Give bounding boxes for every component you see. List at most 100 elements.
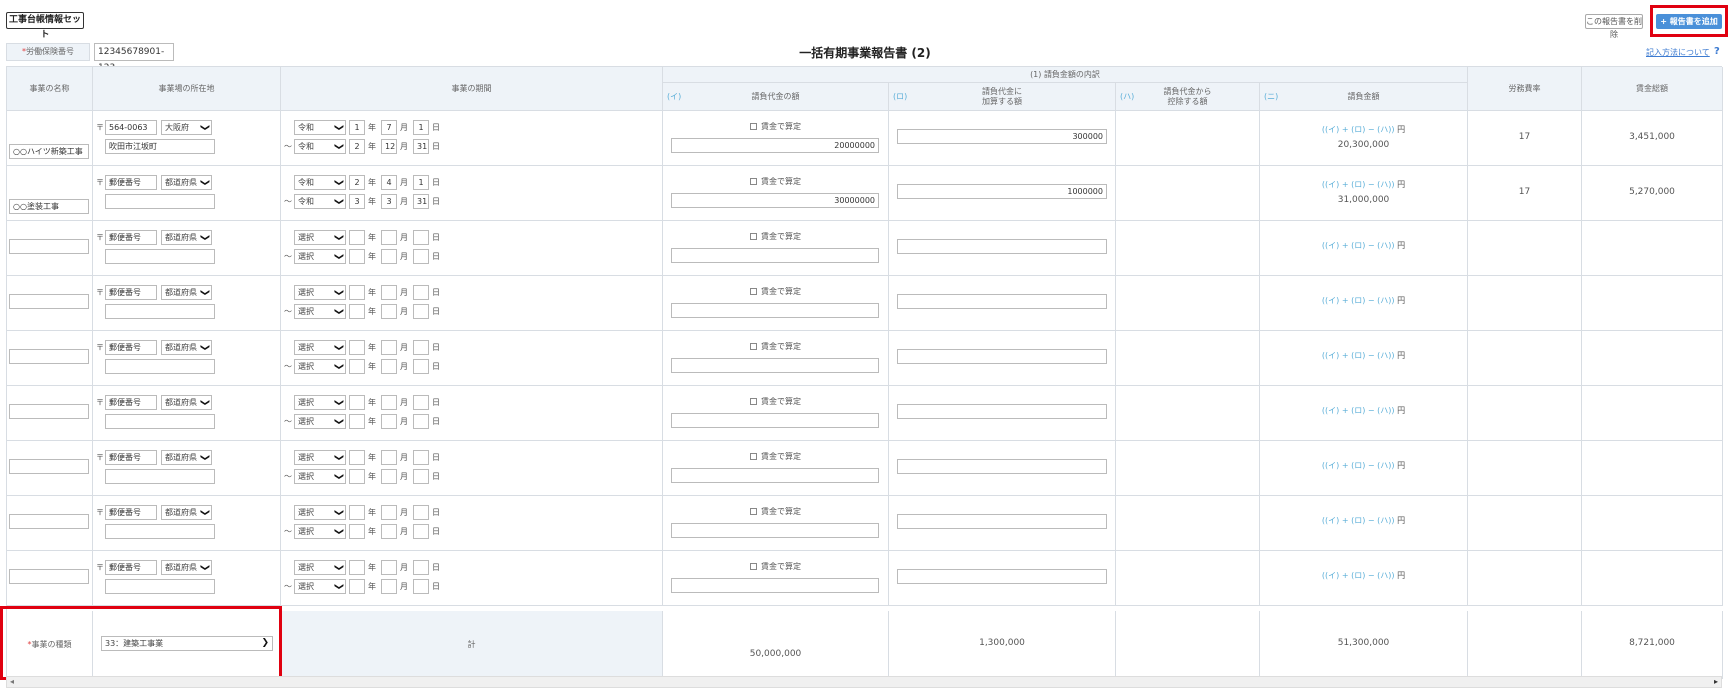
delete-report-button[interactable]: この報告書を削除	[1585, 14, 1643, 39]
address-input[interactable]	[105, 469, 215, 484]
start-year-input[interactable]	[349, 505, 365, 520]
address-input[interactable]	[105, 304, 215, 319]
prefecture-select[interactable]: 都道府県 ❯	[161, 560, 212, 575]
prefecture-select[interactable]: 大阪府 ❯	[161, 120, 212, 135]
end-era-select[interactable]: 選択 ❯	[294, 524, 346, 539]
checkbox-icon[interactable]	[750, 398, 757, 405]
business-name-input[interactable]	[9, 294, 89, 309]
wage-calc-checkbox[interactable]: 賃金で算定	[663, 561, 888, 572]
contract-amount-input[interactable]	[671, 578, 879, 593]
addition-amount-input[interactable]	[897, 514, 1107, 529]
addition-amount-input[interactable]	[897, 569, 1107, 584]
contract-amount-input[interactable]	[671, 468, 879, 483]
addition-amount-input[interactable]	[897, 239, 1107, 254]
set-ledger-info-button[interactable]: 工事台帳情報セット	[6, 12, 84, 40]
end-month-input[interactable]	[381, 579, 397, 594]
end-day-input[interactable]	[413, 304, 429, 319]
checkbox-icon[interactable]	[750, 453, 757, 460]
end-year-input[interactable]	[349, 579, 365, 594]
start-day-input[interactable]	[413, 395, 429, 410]
start-year-input[interactable]	[349, 560, 365, 575]
end-year-input[interactable]	[349, 304, 365, 319]
address-input[interactable]	[105, 579, 215, 594]
address-input[interactable]: 吹田市江坂町	[105, 139, 215, 154]
end-year-input[interactable]	[349, 249, 365, 264]
end-era-select[interactable]: 選択 ❯	[294, 414, 346, 429]
address-input[interactable]	[105, 359, 215, 374]
start-day-input[interactable]: 1	[413, 120, 429, 135]
add-report-button[interactable]: + 報告書を追加	[1656, 14, 1722, 29]
address-input[interactable]	[105, 194, 215, 209]
start-month-input[interactable]: 7	[381, 120, 397, 135]
start-day-input[interactable]	[413, 505, 429, 520]
start-day-input[interactable]	[413, 285, 429, 300]
start-year-input[interactable]	[349, 450, 365, 465]
addition-amount-input[interactable]	[897, 404, 1107, 419]
postal-code-input[interactable]: 郵便番号	[105, 230, 157, 245]
wage-calc-checkbox[interactable]: 賃金で算定	[663, 121, 888, 132]
end-era-select[interactable]: 選択 ❯	[294, 249, 346, 264]
prefecture-select[interactable]: 都道府県 ❯	[161, 450, 212, 465]
horizontal-scrollbar[interactable]: ◂ ▸	[6, 676, 1722, 688]
contract-amount-input[interactable]: 30000000	[671, 193, 879, 208]
start-year-input[interactable]: 2	[349, 175, 365, 190]
help-link[interactable]: 記入方法について	[1646, 47, 1710, 58]
end-month-input[interactable]: 12	[381, 139, 397, 154]
postal-code-input[interactable]: 郵便番号	[105, 340, 157, 355]
end-day-input[interactable]	[413, 524, 429, 539]
business-name-input[interactable]: ○○ハイツ新築工事	[9, 144, 89, 159]
start-month-input[interactable]	[381, 560, 397, 575]
start-era-select[interactable]: 選択 ❯	[294, 560, 346, 575]
start-month-input[interactable]: 4	[381, 175, 397, 190]
end-day-input[interactable]: 31	[413, 139, 429, 154]
postal-code-input[interactable]: 郵便番号	[105, 175, 157, 190]
business-name-input[interactable]	[9, 514, 89, 529]
start-era-select[interactable]: 選択 ❯	[294, 450, 346, 465]
start-era-select[interactable]: 選択 ❯	[294, 340, 346, 355]
end-month-input[interactable]	[381, 469, 397, 484]
start-year-input[interactable]	[349, 230, 365, 245]
end-year-input[interactable]	[349, 469, 365, 484]
addition-amount-input[interactable]	[897, 349, 1107, 364]
end-year-input[interactable]: 3	[349, 194, 365, 209]
start-day-input[interactable]	[413, 450, 429, 465]
checkbox-icon[interactable]	[750, 233, 757, 240]
postal-code-input[interactable]: 564-0063	[105, 120, 157, 135]
start-month-input[interactable]	[381, 340, 397, 355]
start-year-input[interactable]	[349, 285, 365, 300]
business-name-input[interactable]	[9, 239, 89, 254]
prefecture-select[interactable]: 都道府県 ❯	[161, 395, 212, 410]
start-month-input[interactable]	[381, 285, 397, 300]
start-era-select[interactable]: 令和 ❯	[294, 120, 346, 135]
end-year-input[interactable]	[349, 524, 365, 539]
postal-code-input[interactable]: 郵便番号	[105, 395, 157, 410]
start-month-input[interactable]	[381, 450, 397, 465]
contract-amount-input[interactable]: 20000000	[671, 138, 879, 153]
address-input[interactable]	[105, 524, 215, 539]
end-month-input[interactable]	[381, 524, 397, 539]
start-day-input[interactable]: 1	[413, 175, 429, 190]
wage-calc-checkbox[interactable]: 賃金で算定	[663, 286, 888, 297]
start-era-select[interactable]: 選択 ❯	[294, 285, 346, 300]
postal-code-input[interactable]: 郵便番号	[105, 450, 157, 465]
business-name-input[interactable]	[9, 459, 89, 474]
checkbox-icon[interactable]	[750, 563, 757, 570]
wage-calc-checkbox[interactable]: 賃金で算定	[663, 451, 888, 462]
start-year-input[interactable]: 1	[349, 120, 365, 135]
end-day-input[interactable]	[413, 414, 429, 429]
business-name-input[interactable]: ○○塗装工事	[9, 199, 89, 214]
end-day-input[interactable]: 31	[413, 194, 429, 209]
end-day-input[interactable]	[413, 469, 429, 484]
end-month-input[interactable]	[381, 304, 397, 319]
wage-calc-checkbox[interactable]: 賃金で算定	[663, 396, 888, 407]
addition-amount-input[interactable]	[897, 294, 1107, 309]
start-era-select[interactable]: 選択 ❯	[294, 395, 346, 410]
start-day-input[interactable]	[413, 560, 429, 575]
address-input[interactable]	[105, 414, 215, 429]
end-era-select[interactable]: 令和 ❯	[294, 139, 346, 154]
start-month-input[interactable]	[381, 230, 397, 245]
scroll-right-icon[interactable]: ▸	[1714, 677, 1718, 686]
prefecture-select[interactable]: 都道府県 ❯	[161, 505, 212, 520]
prefecture-select[interactable]: 都道府県 ❯	[161, 340, 212, 355]
checkbox-icon[interactable]	[750, 123, 757, 130]
